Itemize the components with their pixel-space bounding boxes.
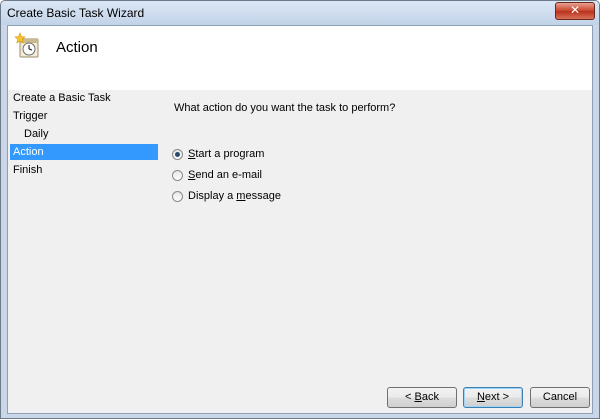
sidebar-item-daily[interactable]: Daily [10,126,158,142]
radio-label: Display a message [188,190,281,202]
sidebar-item-trigger[interactable]: Trigger [10,108,158,124]
wizard-steps-sidebar: Create a Basic Task Trigger Daily Action… [8,90,158,210]
radio-start-program[interactable]: Start a program [172,146,264,162]
wizard-window: Create Basic Task Wizard ✕ Action Create… [0,0,600,419]
cancel-button[interactable]: Cancel [530,387,590,408]
sidebar-item-create-basic-task[interactable]: Create a Basic Task [10,90,158,106]
next-button[interactable]: Next > [463,387,523,408]
radio-label: Send an e-mail [188,169,262,181]
radio-display-message[interactable]: Display a message [172,188,281,204]
page-title: Action [56,39,98,56]
radio-indicator[interactable] [172,148,183,160]
task-scheduler-icon [14,32,39,58]
radio-indicator[interactable] [172,169,183,181]
wizard-header: Action [8,26,592,90]
wizard-client-area: Action Create a Basic Task Trigger Daily… [7,25,593,414]
radio-indicator[interactable] [172,190,183,202]
radio-send-email[interactable]: Send an e-mail [172,167,262,183]
window-title: Create Basic Task Wizard [7,6,145,20]
close-icon: ✕ [569,3,581,17]
sidebar-item-finish[interactable]: Finish [10,162,158,178]
title-bar[interactable]: Create Basic Task Wizard ✕ [1,1,599,25]
close-button[interactable]: ✕ [555,2,595,20]
back-button[interactable]: < Back [387,387,457,408]
radio-label: Start a program [188,148,265,160]
action-prompt: What action do you want the task to perf… [174,102,396,114]
sidebar-item-action[interactable]: Action [10,144,158,160]
